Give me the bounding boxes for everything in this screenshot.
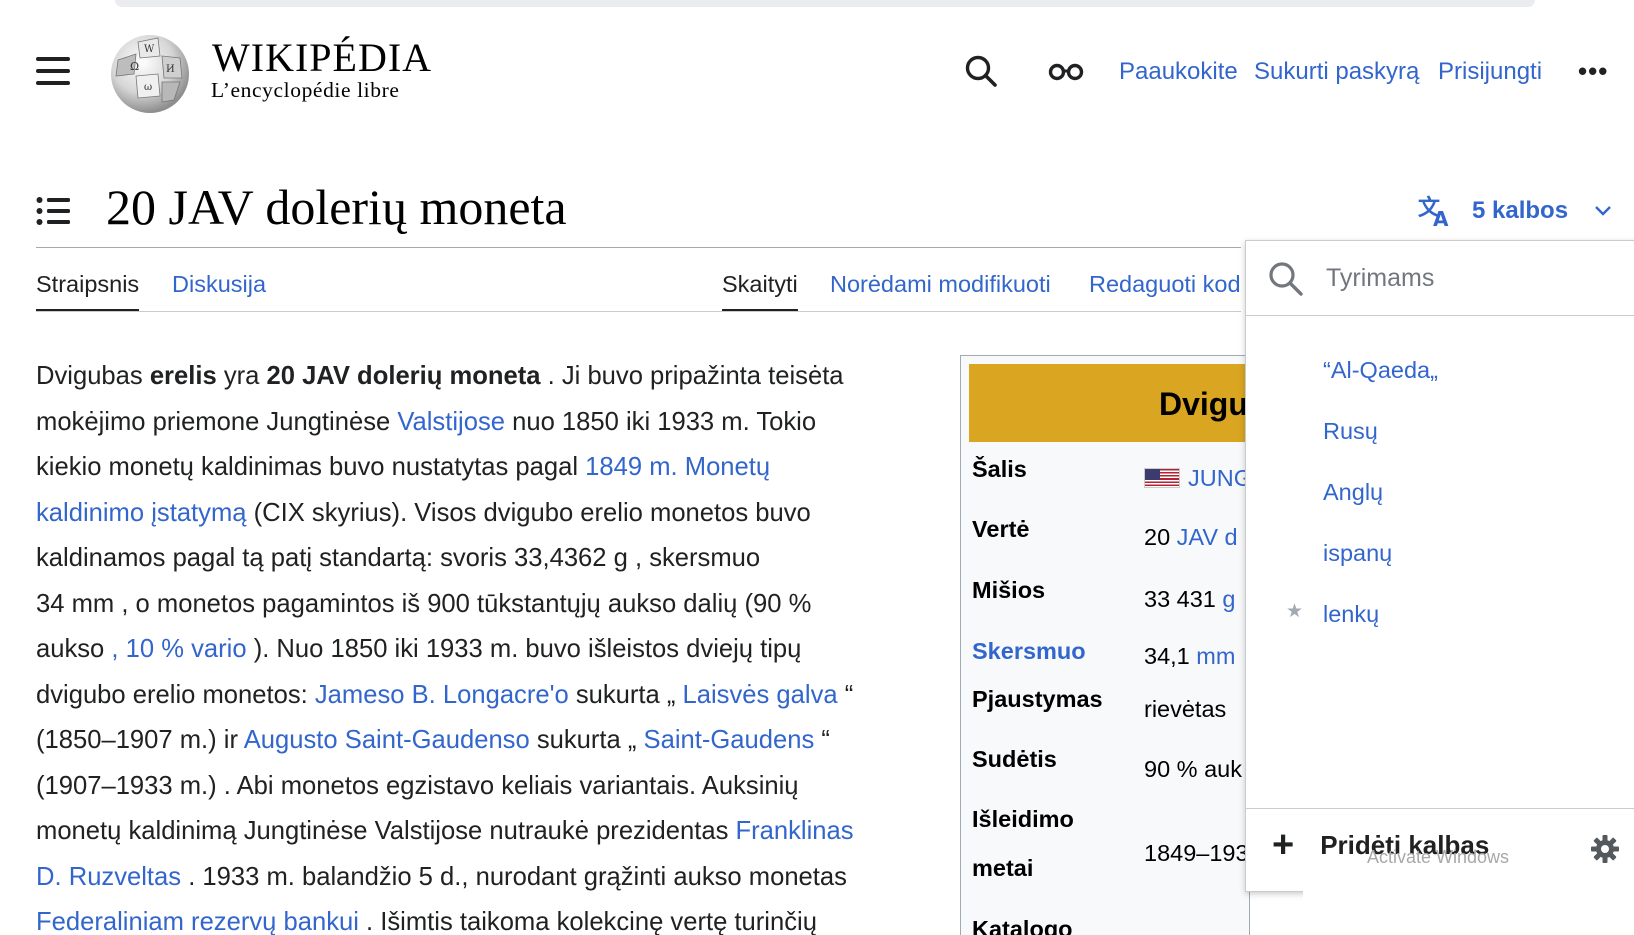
- link-saint-gaudens[interactable]: Saint-Gaudens: [644, 726, 815, 754]
- login-link[interactable]: Prisijungti: [1438, 58, 1542, 86]
- link-federal-reserve[interactable]: Federaliniam rezervų bankui: [36, 908, 359, 935]
- article-body: Dvigubas erelis yra 20 JAV dolerių monet…: [36, 362, 854, 935]
- language-footer-divider: [1246, 808, 1634, 809]
- infobox-value-diameter: 34,1 mm: [1144, 643, 1236, 669]
- svg-text:И: И: [166, 64, 175, 75]
- link-longacre[interactable]: Jameso B. Longacre'o: [315, 681, 569, 709]
- overlay-white-block: [1303, 870, 1634, 935]
- title-divider: [36, 247, 1241, 248]
- table-of-contents-icon[interactable]: [36, 196, 70, 226]
- tab-article[interactable]: Straipsnis: [36, 271, 140, 312]
- gear-icon[interactable]: [1590, 834, 1620, 864]
- bold-term-erelis: erelis: [149, 362, 217, 390]
- svg-text:Ω: Ω: [130, 60, 139, 73]
- infobox-label-mass: Mišios: [972, 577, 1046, 603]
- infobox-value-country[interactable]: JUNG: [1144, 465, 1249, 492]
- wikipedia-tagline: L’encyclopédie libre: [211, 78, 400, 102]
- infobox-value-edge: rievėtas: [1144, 696, 1227, 722]
- link-coinage-act[interactable]: 1849 m. Monetų: [585, 453, 770, 481]
- search-icon[interactable]: [964, 54, 998, 88]
- link-coinage-act-2[interactable]: kaldinimo įstatymą: [36, 499, 247, 527]
- page-title: 20 JAV dolerių moneta: [106, 179, 567, 235]
- infobox-value-composition: 90 % auk: [1144, 756, 1242, 782]
- infobox-label-issue-years: Išleidimo: [972, 806, 1074, 832]
- lang-item-russian[interactable]: Rusų: [1323, 418, 1378, 445]
- svg-text:ω: ω: [144, 82, 152, 93]
- translate-icon: 文 A: [1418, 195, 1449, 227]
- plus-icon: +: [1272, 824, 1295, 866]
- language-count-label: 5 kalbos: [1472, 197, 1569, 224]
- infobox-label-catalog: Katalogo: [972, 916, 1073, 935]
- link-vario[interactable]: vario: [191, 635, 246, 663]
- wikipedia-globe-logo[interactable]: Ω W И ω: [104, 30, 194, 114]
- infobox: Dvigu Šalis JUNG Vertė 20 JAV d Mišios 3…: [960, 355, 1250, 935]
- infobox-label-country: Šalis: [972, 456, 1027, 482]
- tab-edit-source[interactable]: Redaguoti kod: [1089, 271, 1245, 298]
- infobox-label-composition: Sudėtis: [972, 746, 1057, 772]
- infobox-value-mass: 33 431 g: [1144, 586, 1236, 612]
- lang-item-polish[interactable]: lenkų: [1323, 601, 1379, 628]
- star-icon: ★: [1286, 601, 1304, 622]
- language-search-input[interactable]: [1326, 257, 1626, 299]
- link-franklin[interactable]: Franklinas: [736, 817, 854, 845]
- search-icon: [1269, 262, 1303, 296]
- donate-link[interactable]: Paaukokite: [1119, 58, 1238, 86]
- lang-item-spanish[interactable]: ispanų: [1323, 540, 1392, 567]
- lang-item-al-qaeda[interactable]: “Al-Qaeda„: [1323, 357, 1438, 384]
- create-account-link[interactable]: Sukurti paskyrą: [1254, 58, 1419, 86]
- link-ruzveltas[interactable]: D. Ruzveltas: [36, 863, 181, 891]
- language-dropdown: “Al-Qaeda„ Rusų Anglų ispanų ★ lenkų + P…: [1245, 240, 1634, 892]
- infobox-label-issue-years-2: metai: [972, 855, 1034, 881]
- language-button[interactable]: 文 A 5 kalbos: [1418, 192, 1612, 230]
- link-aukso[interactable]: , 10 %: [111, 635, 191, 663]
- link-liberty-head[interactable]: Laisvės galva: [683, 681, 838, 709]
- tab-edit[interactable]: Norėdami modifikuoti: [830, 271, 1051, 298]
- more-options-icon[interactable]: •••: [1578, 56, 1608, 87]
- activate-windows-watermark: Activate Windows: [1367, 847, 1510, 867]
- tabs-divider: [36, 311, 1241, 312]
- link-valstijose[interactable]: Valstijose: [397, 408, 505, 436]
- infobox-label-edge: Pjaustymas: [972, 686, 1103, 712]
- svg-text:A: A: [1433, 207, 1449, 227]
- link-saint-gaudens-person[interactable]: Augusto Saint-Gaudenso: [244, 726, 530, 754]
- language-search-box: [1246, 241, 1634, 316]
- us-flag-icon: [1144, 468, 1180, 488]
- reading-glasses-icon[interactable]: [1048, 62, 1084, 82]
- bold-term-title: 20 JAV dolerių moneta: [266, 362, 541, 390]
- infobox-value-issue-years: 1849–193: [1144, 840, 1249, 866]
- lang-item-english[interactable]: Anglų: [1323, 479, 1383, 506]
- infobox-header: Dvigu: [969, 364, 1249, 442]
- infobox-label-diameter[interactable]: Skersmuo: [972, 638, 1086, 665]
- chevron-down-icon: [1595, 206, 1611, 216]
- svg-text:W: W: [144, 44, 155, 55]
- tab-discussion[interactable]: Diskusija: [172, 271, 266, 298]
- infobox-label-value: Vertė: [972, 516, 1030, 542]
- main-menu-icon[interactable]: [36, 57, 70, 85]
- tab-read[interactable]: Skaityti: [722, 271, 798, 312]
- wikipedia-wordmark[interactable]: WIKIPÉDIA: [212, 34, 432, 81]
- infobox-value-value: 20 JAV d: [1144, 524, 1238, 550]
- browser-top-strip: [115, 0, 1535, 7]
